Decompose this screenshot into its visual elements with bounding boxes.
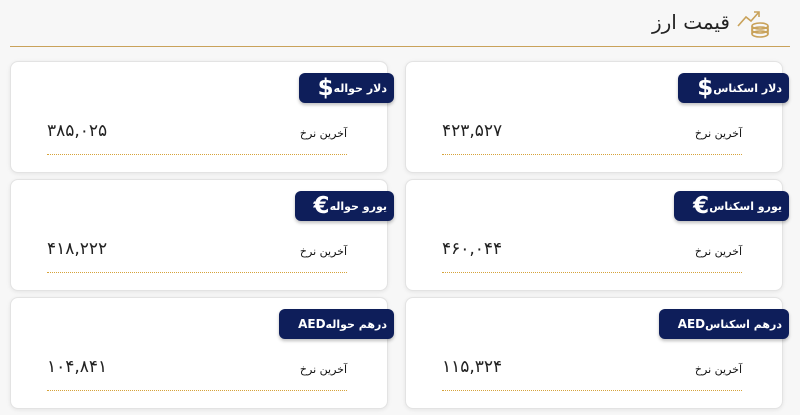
badge-usd-cash: $ دلار اسکناس (678, 73, 789, 103)
aed-icon: AED (298, 317, 326, 331)
badge-eur-transfer: € یورو حواله (294, 191, 394, 221)
rate-value: ۱۱۵,۳۲۴ (442, 357, 503, 377)
card-title: یورو حواله (329, 199, 387, 213)
dotted-divider (442, 390, 742, 391)
card-title: یورو اسکناس (709, 199, 782, 213)
rate-label: آخرین نرخ (299, 245, 347, 258)
badge-eur-cash: € یورو اسکناس (674, 191, 789, 221)
dotted-divider (47, 272, 347, 273)
aed-icon: AED (677, 317, 706, 331)
page-title: قیمت ارز (651, 10, 730, 34)
card-aed-cash[interactable]: AED درهم اسکناس آخرین نرخ ۱۱۵,۳۲۴ (405, 297, 789, 409)
rate-label: آخرین نرخ (694, 363, 742, 376)
card-aed-transfer[interactable]: AED درهم حواله آخرین نرخ ۱۰۴,۸۴۱ (10, 297, 394, 409)
rate-label: آخرین نرخ (694, 127, 742, 140)
rate-value: ۴۱۸,۲۲۲ (47, 239, 108, 259)
dotted-divider (442, 272, 742, 273)
rate-value: ۴۶۰,۰۴۴ (442, 239, 503, 259)
rate-label: آخرین نرخ (694, 245, 742, 258)
section-header: قیمت ارز (10, 0, 790, 47)
card-title: درهم اسکناس (705, 317, 782, 331)
rate-value: ۳۸۵,۰۲۵ (47, 121, 108, 141)
coins-trend-icon (737, 11, 769, 38)
rate-value: ۴۲۳,۵۲۷ (442, 121, 503, 141)
dotted-divider (47, 390, 347, 391)
euro-icon: € (313, 193, 330, 219)
card-title: دلار حواله (333, 81, 387, 95)
card-usd-cash[interactable]: $ دلار اسکناس آخرین نرخ ۴۲۳,۵۲۷ (405, 61, 789, 173)
euro-icon: € (693, 193, 710, 219)
rate-value: ۱۰۴,۸۴۱ (47, 357, 108, 377)
badge-aed-cash: AED درهم اسکناس (658, 309, 789, 339)
badge-aed-transfer: AED درهم حواله (279, 309, 394, 339)
card-eur-cash[interactable]: € یورو اسکناس آخرین نرخ ۴۶۰,۰۴۴ (405, 179, 789, 291)
dollar-icon: $ (317, 75, 334, 101)
rate-label: آخرین نرخ (299, 127, 347, 140)
card-title: دلار اسکناس (713, 81, 782, 95)
dollar-icon: $ (697, 75, 714, 101)
dotted-divider (47, 154, 347, 155)
rate-label: آخرین نرخ (299, 363, 347, 376)
dotted-divider (442, 154, 742, 155)
card-eur-transfer[interactable]: € یورو حواله آخرین نرخ ۴۱۸,۲۲۲ (10, 179, 394, 291)
card-usd-transfer[interactable]: $ دلار حواله آخرین نرخ ۳۸۵,۰۲۵ (10, 61, 394, 173)
card-title: درهم حواله (325, 317, 387, 331)
badge-usd-transfer: $ دلار حواله (298, 73, 394, 103)
